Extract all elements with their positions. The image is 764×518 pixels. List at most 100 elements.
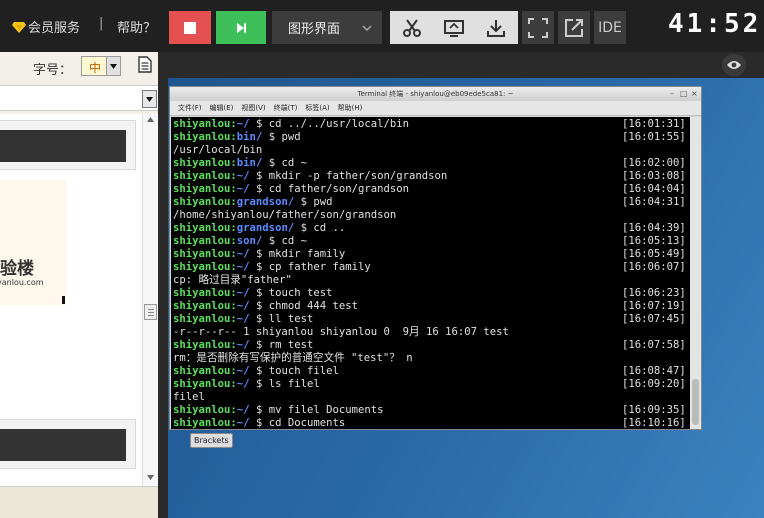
chevron-down-icon xyxy=(362,25,372,32)
command-timestamp: [16:04:04] xyxy=(622,183,686,195)
terminal-command-line: shiyanlou:~/ $ mv filel Documents [16:09:… xyxy=(173,404,686,416)
command-timestamp: [16:03:08] xyxy=(622,170,686,182)
cut-button[interactable] xyxy=(391,18,433,38)
top-toolbar: 会员服务 | 帮助？ 图形界面 IDE 41:52 xyxy=(0,0,764,52)
command-timestamp: [16:06:07] xyxy=(622,261,686,273)
toolbar-separator: | xyxy=(99,16,104,31)
terminal-scrollbar[interactable] xyxy=(690,117,701,429)
doc-scrollbar[interactable] xyxy=(142,114,158,486)
brackets-launcher[interactable]: Brackets xyxy=(190,433,233,448)
menu-tabs[interactable]: 标签(A) xyxy=(305,101,329,115)
fullscreen-button[interactable] xyxy=(522,11,554,44)
desktop-mode-label: 图形界面 xyxy=(288,22,341,37)
terminal-command-line: shiyanlou:~/ $ cd Documents [16:10:16] xyxy=(173,417,686,429)
terminal-window[interactable]: Terminal 终端 - shiyanlou@eb09ede5ca81: ~ … xyxy=(169,86,702,430)
terminal-command-line: shiyanlou:grandson/ $ cd .. [16:04:39] xyxy=(173,222,686,234)
command-text: mkdir family xyxy=(268,248,346,260)
command-timestamp: [16:06:23] xyxy=(622,287,686,299)
scissors-icon xyxy=(403,18,421,37)
prompt-user: shiyanlou xyxy=(173,248,231,260)
run-button[interactable] xyxy=(216,11,266,44)
command-timestamp: [16:09:35] xyxy=(622,404,686,416)
prompt-user: shiyanlou xyxy=(173,365,231,377)
scroll-up-icon[interactable] xyxy=(147,117,154,122)
terminal-output-line: -r--r--r-- 1 shiyanlou shiyanlou 0 9月 16… xyxy=(173,326,509,338)
prompt-path: grandson xyxy=(236,196,288,208)
command-text: cp father family xyxy=(268,261,371,273)
content-card xyxy=(0,120,136,170)
doc-footer xyxy=(0,486,158,518)
session-timer: 41:52 xyxy=(668,9,762,39)
command-timestamp: [16:07:45] xyxy=(622,313,686,325)
terminal-command-line: shiyanlou:bin/ $ pwd [16:01:55] xyxy=(173,131,686,143)
section-dropdown[interactable] xyxy=(0,85,158,111)
font-size-label: 字号： xyxy=(33,63,73,78)
command-text: ll test xyxy=(268,313,314,325)
member-service-link[interactable]: 会员服务 xyxy=(12,17,80,36)
terminal-command-line: shiyanlou:son/ $ cd ~ [16:05:13] xyxy=(173,235,686,247)
command-timestamp: [16:09:20] xyxy=(622,378,686,390)
font-size-select[interactable]: 中 xyxy=(81,56,121,76)
help-link[interactable]: 帮助？ xyxy=(117,17,156,36)
prompt-path: bin xyxy=(236,157,256,169)
maximize-icon[interactable]: □ xyxy=(680,87,688,101)
terminal-output[interactable]: shiyanlou:~/ $ cd ../../usr/local/bin [16… xyxy=(171,117,690,429)
command-text: cd ~ xyxy=(281,235,307,247)
menu-help[interactable]: 帮助(H) xyxy=(338,101,363,115)
visibility-toggle[interactable] xyxy=(722,54,746,76)
document-icon[interactable] xyxy=(138,56,152,73)
terminal-command-line: shiyanlou:~/ $ cd father/son/grandson [16… xyxy=(173,183,686,195)
code-block xyxy=(0,429,126,461)
command-text: cd ~ xyxy=(281,157,307,169)
menu-terminal[interactable]: 终端(T) xyxy=(274,101,298,115)
prompt-user: shiyanlou xyxy=(173,404,231,416)
prompt-user: shiyanlou xyxy=(173,222,231,234)
scroll-down-icon[interactable] xyxy=(147,475,154,480)
font-size-value: 中 xyxy=(89,61,102,75)
download-icon xyxy=(487,19,505,37)
command-text: chmod 444 test xyxy=(268,300,359,312)
command-text: rm test xyxy=(268,339,314,351)
download-button[interactable] xyxy=(475,18,517,38)
terminal-title: Terminal 终端 - shiyanlou@eb09ede5ca81: ~ xyxy=(357,90,514,98)
command-text: touch filel xyxy=(268,365,339,377)
minimize-icon[interactable]: – xyxy=(670,87,674,101)
open-external-button[interactable] xyxy=(558,11,590,44)
doc-panel: 字号： 中 实验楼 yanlou.com xyxy=(0,52,158,518)
scrollbar-thumb[interactable] xyxy=(144,304,157,320)
command-timestamp: [16:04:31] xyxy=(622,196,686,208)
stop-button[interactable] xyxy=(169,11,211,44)
prompt-user: shiyanlou xyxy=(173,196,231,208)
close-icon[interactable]: × xyxy=(691,87,698,101)
menu-view[interactable]: 视图(V) xyxy=(241,101,265,115)
prompt-user: shiyanlou xyxy=(173,287,231,299)
clipboard-button[interactable] xyxy=(433,18,475,38)
scrollbar-thumb[interactable] xyxy=(692,379,699,425)
terminal-output-line: cp: 略过目录"father" xyxy=(173,274,292,286)
command-text: touch test xyxy=(268,287,333,299)
prompt-user: shiyanlou xyxy=(173,183,231,195)
ide-label: IDE xyxy=(598,19,622,36)
ide-button[interactable]: IDE xyxy=(594,11,626,44)
prompt-path: grandson xyxy=(236,222,288,234)
terminal-command-line: shiyanlou:~/ $ ls filel [16:09:20] xyxy=(173,378,686,390)
command-text: pwd xyxy=(313,196,333,208)
terminal-output-line: /home/shiyanlou/father/son/grandson xyxy=(173,209,397,221)
command-timestamp: [16:07:58] xyxy=(622,339,686,351)
terminal-command-line: shiyanlou:~/ $ cd ../../usr/local/bin [16… xyxy=(173,118,686,130)
command-text: cd .. xyxy=(313,222,346,234)
terminal-titlebar[interactable]: Terminal 终端 - shiyanlou@eb09ede5ca81: ~ … xyxy=(170,87,701,101)
command-text: mv filel Documents xyxy=(268,404,384,416)
command-text: cd father/son/grandson xyxy=(268,183,410,195)
desktop-mode-select[interactable]: 图形界面 xyxy=(272,11,382,44)
menu-file[interactable]: 文件(F) xyxy=(178,101,202,115)
terminal-command-line: shiyanlou:~/ $ mkdir family [16:05:49] xyxy=(173,248,686,260)
terminal-menubar: 文件(F) 编辑(E) 视图(V) 终端(T) 标签(A) 帮助(H) xyxy=(170,101,701,116)
prompt-user: shiyanlou xyxy=(173,118,231,130)
logo-text: 实验楼 xyxy=(0,259,34,279)
command-timestamp: [16:01:31] xyxy=(622,118,686,130)
menu-edit[interactable]: 编辑(E) xyxy=(210,101,234,115)
font-size-bar: 字号： 中 xyxy=(0,52,158,80)
prompt-user: shiyanlou xyxy=(173,339,231,351)
prompt-user: shiyanlou xyxy=(173,235,231,247)
